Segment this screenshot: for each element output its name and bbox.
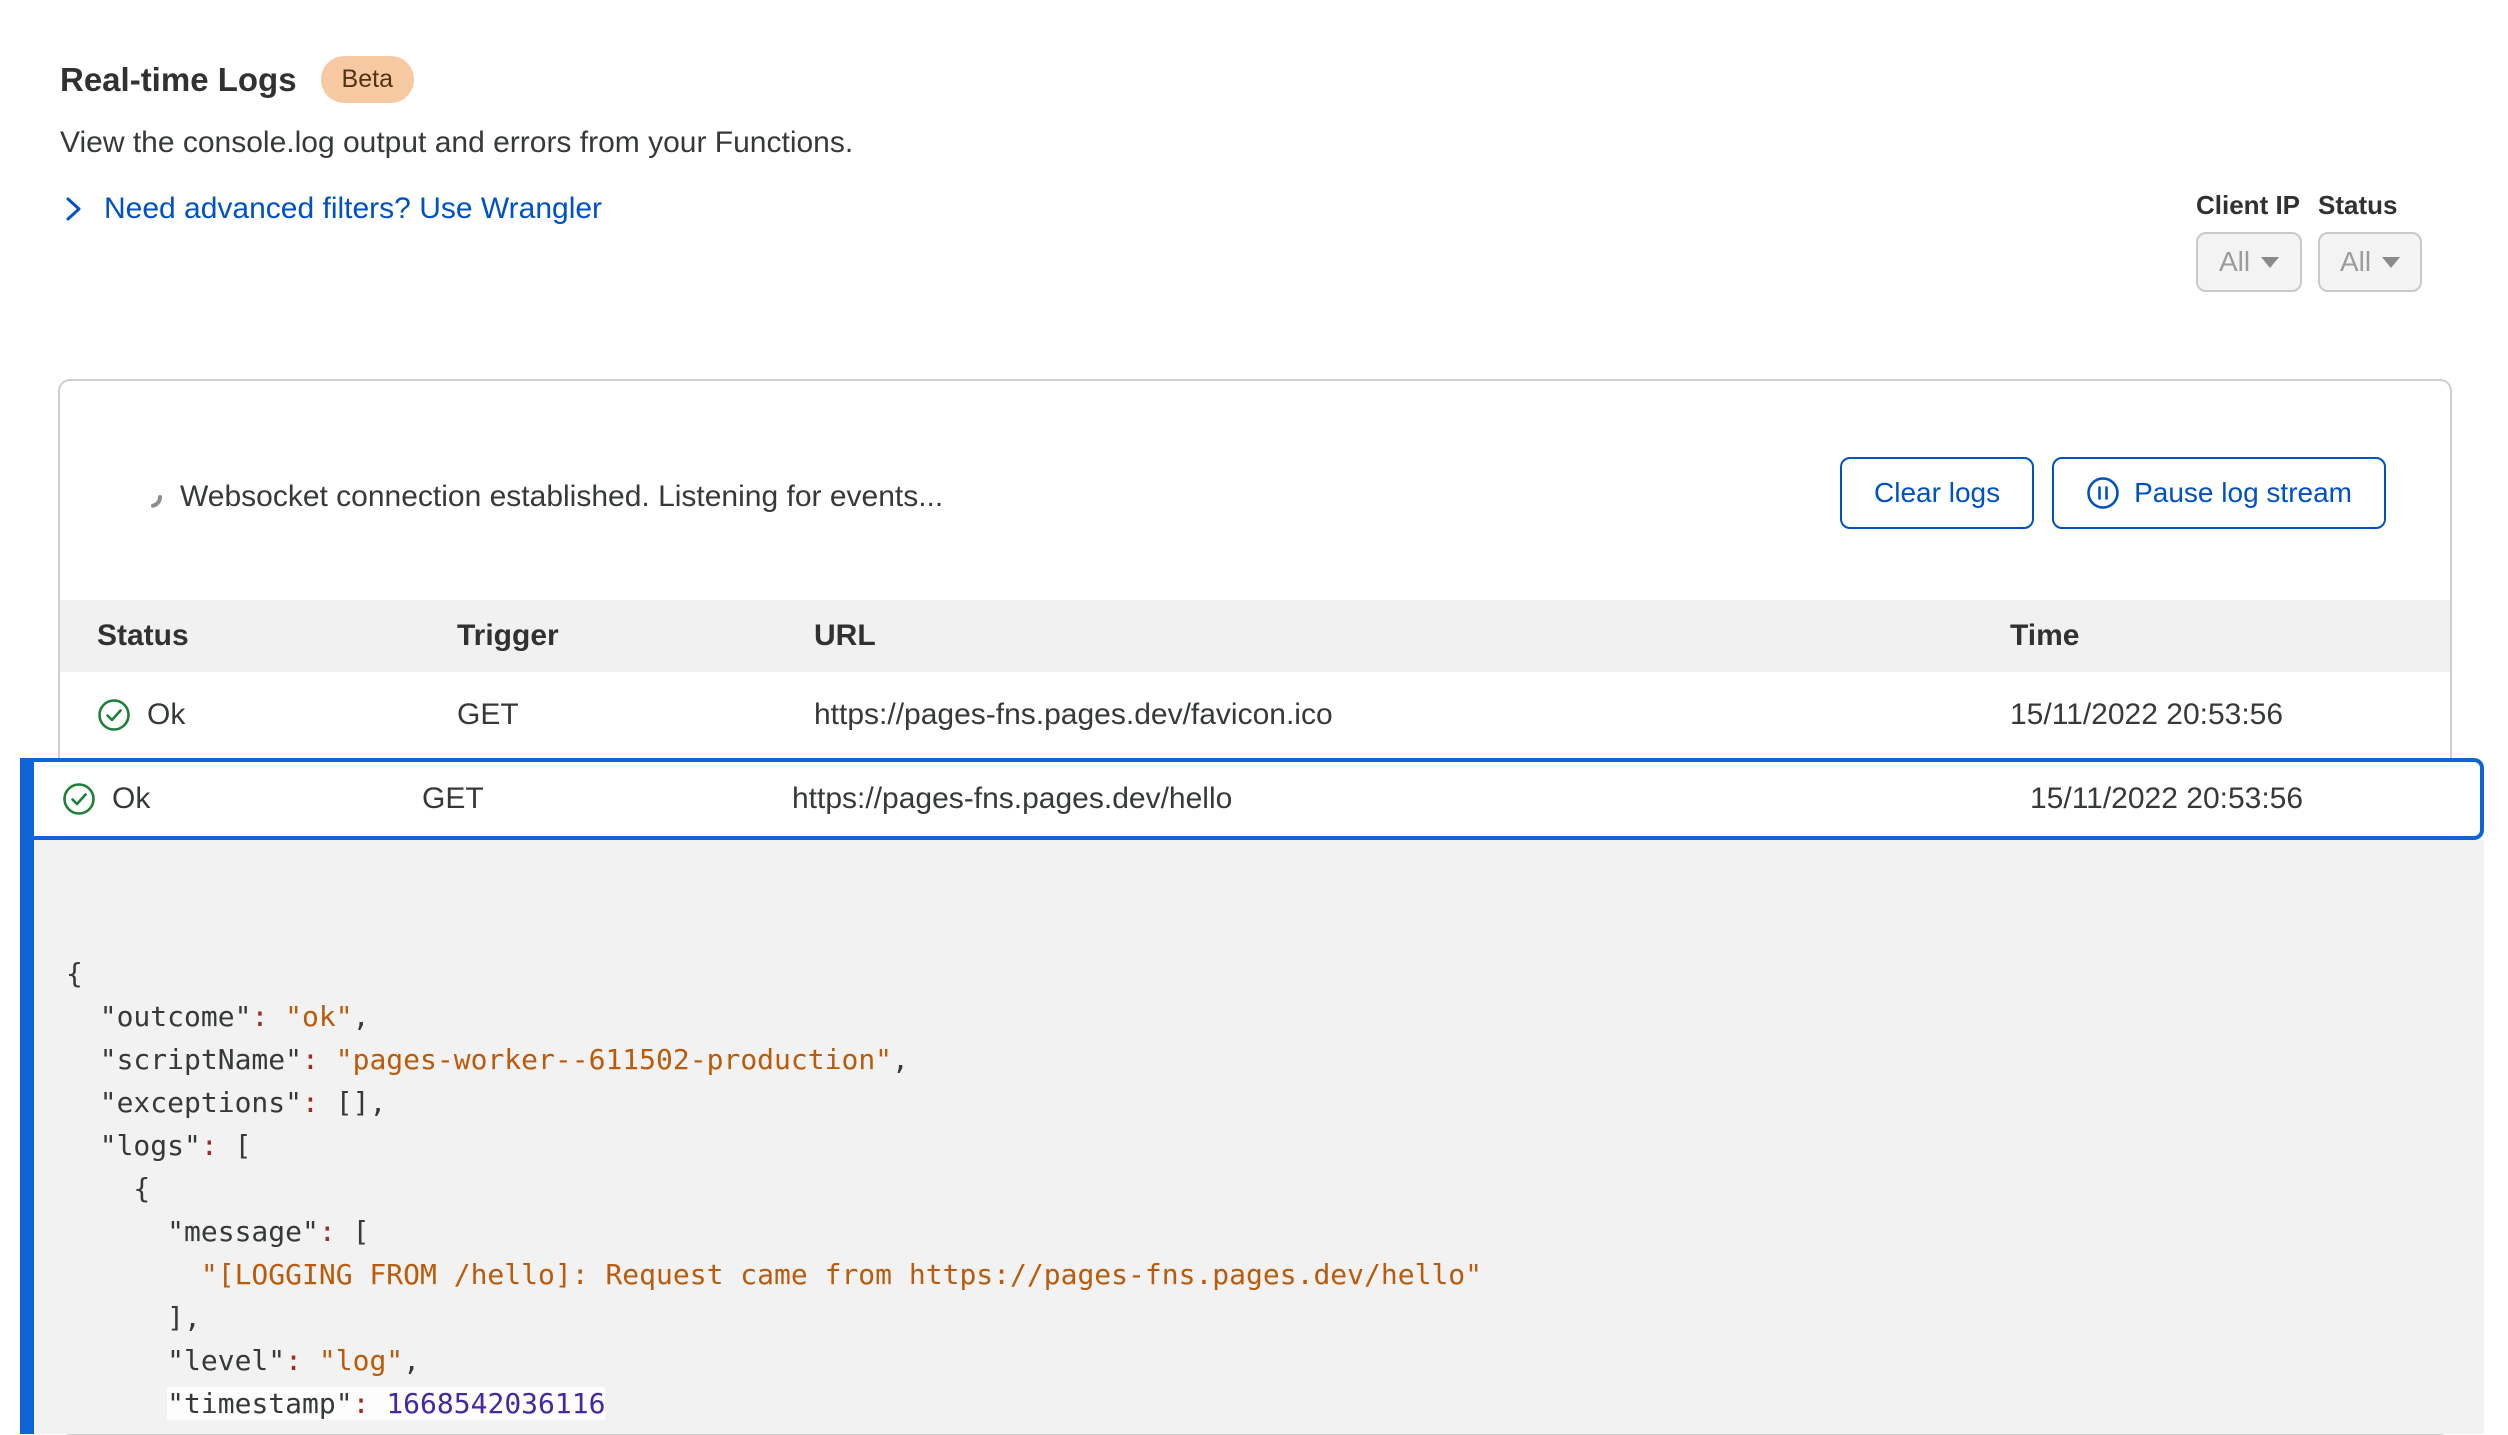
pause-log-stream-label: Pause log stream xyxy=(2134,477,2352,509)
trigger-value: GET xyxy=(422,782,792,816)
time-value: 15/11/2022 20:53:56 xyxy=(2010,698,2450,732)
page-subtitle: View the console.log output and errors f… xyxy=(60,126,853,160)
stream-status: Websocket connection established. Listen… xyxy=(138,475,943,519)
status-value: Ok xyxy=(147,698,185,732)
column-header-time: Time xyxy=(2010,619,2450,653)
json-line: "logs": [ xyxy=(66,1124,2484,1167)
client-ip-dropdown-value: All xyxy=(2219,246,2250,278)
json-line: "exceptions": [], xyxy=(66,1081,2484,1124)
status-dropdown[interactable]: All xyxy=(2318,232,2422,292)
status-cell: Ok xyxy=(62,782,422,816)
page-title: Real-time Logs xyxy=(60,61,297,99)
check-circle-icon xyxy=(62,782,96,816)
time-value: 15/11/2022 20:53:56 xyxy=(2030,782,2480,816)
status-cell: Ok xyxy=(97,698,457,732)
json-line: ], xyxy=(66,1296,2484,1339)
client-ip-dropdown[interactable]: All xyxy=(2196,232,2302,292)
check-circle-icon xyxy=(97,698,131,732)
pause-circle-icon xyxy=(2086,476,2120,510)
caret-down-icon xyxy=(2382,257,2400,268)
trigger-value: GET xyxy=(457,698,814,732)
json-line: "outcome": "ok", xyxy=(66,995,2484,1038)
stream-status-message: Websocket connection established. Listen… xyxy=(180,480,943,514)
chevron-right-icon xyxy=(62,194,84,224)
log-row-hello-selected[interactable]: Ok GET https://pages-fns.pages.dev/hello… xyxy=(34,758,2484,840)
json-line: { xyxy=(66,952,2484,995)
column-header-url: URL xyxy=(814,619,2010,653)
pause-log-stream-button[interactable]: Pause log stream xyxy=(2052,457,2386,529)
wrangler-link-label: Need advanced filters? Use Wrangler xyxy=(104,192,602,226)
log-detail-json: { "outcome": "ok", "scriptName": "pages-… xyxy=(34,840,2484,1434)
json-line: "[LOGGING FROM /hello]: Request came fro… xyxy=(66,1253,2484,1296)
json-line: "timestamp": 1668542036116 xyxy=(66,1382,2484,1425)
stream-buttons: Clear logs Pause log stream xyxy=(1840,457,2386,529)
page-header: Real-time Logs Beta xyxy=(60,56,414,103)
status-filter-label: Status xyxy=(2318,190,2397,221)
log-table-header: Status Trigger URL Time xyxy=(60,600,2450,672)
column-header-trigger: Trigger xyxy=(457,619,814,653)
json-line: } xyxy=(66,1425,2484,1434)
column-header-status: Status xyxy=(97,619,457,653)
log-row-favicon[interactable]: Ok GET https://pages-fns.pages.dev/favic… xyxy=(60,672,2450,758)
expanded-log-entry: Ok GET https://pages-fns.pages.dev/hello… xyxy=(20,758,2484,1434)
clear-logs-label: Clear logs xyxy=(1874,477,2000,509)
json-line: { xyxy=(66,1167,2484,1210)
client-ip-label: Client IP xyxy=(2196,190,2300,221)
status-dropdown-value: All xyxy=(2340,246,2371,278)
url-value: https://pages-fns.pages.dev/hello xyxy=(792,782,2030,816)
beta-badge: Beta xyxy=(321,56,414,103)
json-line: "level": "log", xyxy=(66,1339,2484,1382)
json-lines: { "outcome": "ok", "scriptName": "pages-… xyxy=(66,952,2484,1434)
caret-down-icon xyxy=(2261,257,2279,268)
wrangler-filters-link[interactable]: Need advanced filters? Use Wrangler xyxy=(62,192,602,226)
status-value: Ok xyxy=(112,782,150,816)
clear-logs-button[interactable]: Clear logs xyxy=(1840,457,2034,529)
url-value: https://pages-fns.pages.dev/favicon.ico xyxy=(814,698,2010,732)
json-line: "message": [ xyxy=(66,1210,2484,1253)
json-line: "scriptName": "pages-worker--611502-prod… xyxy=(66,1038,2484,1081)
spinner-icon xyxy=(138,484,164,510)
